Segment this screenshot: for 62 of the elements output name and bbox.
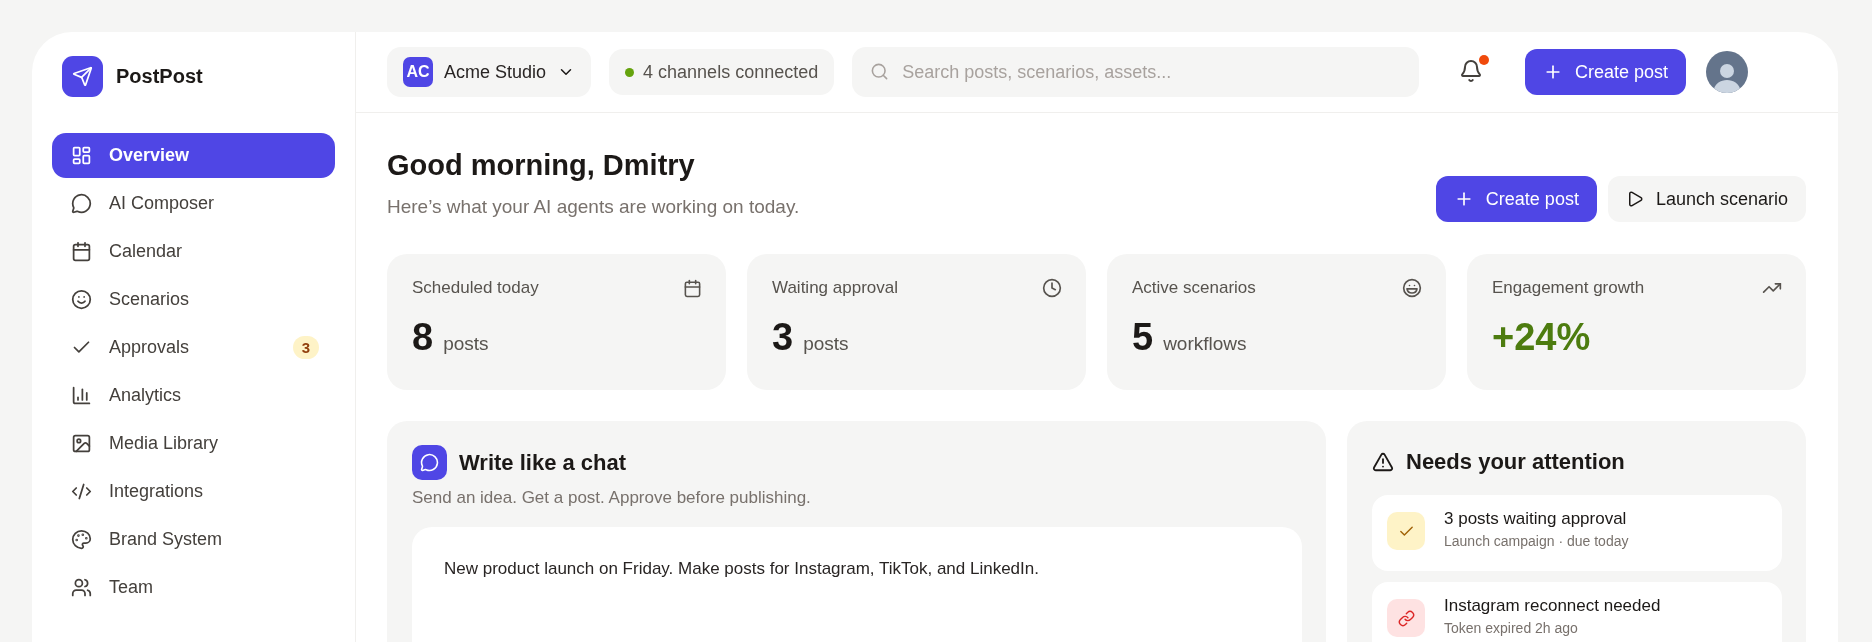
code-icon <box>71 481 92 502</box>
bar-chart-icon <box>71 385 92 406</box>
search-field[interactable]: Search posts, scenarios, assets... <box>852 47 1419 97</box>
launch-scenario-button[interactable]: Launch scenario <box>1607 176 1806 222</box>
speech-bubble-icon <box>71 193 92 214</box>
stat-unit: workflows <box>1163 333 1247 355</box>
stat-label: Engagement growth <box>1492 278 1645 298</box>
workspace-avatar: AC <box>403 57 433 87</box>
greeting-title: Good morning, Dmitry <box>387 149 696 182</box>
workspace-switcher[interactable]: AC Acme Studio <box>387 47 592 97</box>
image-icon <box>71 433 92 454</box>
sidebar-item[interactable]: Brand System <box>52 517 335 562</box>
create-post-button[interactable]: Create post <box>1524 49 1686 95</box>
calendar-icon <box>683 278 702 298</box>
bell-icon <box>1458 59 1483 83</box>
prompt-field[interactable]: New product launch on Friday. Make posts for Instagram, TikTok, and LinkedIn. <box>412 527 1302 642</box>
attention-detail: Token expired 2h ago <box>1444 620 1579 636</box>
sidebar-item[interactable]: Approvals 3 <box>52 325 335 370</box>
stat-value: 3 <box>772 316 794 359</box>
calendar-icon <box>71 241 92 262</box>
status-label: 4 channels connected <box>643 61 819 83</box>
sidebar-item[interactable]: Team <box>52 565 335 610</box>
link-icon <box>1397 609 1415 627</box>
smiley-icon <box>1402 278 1422 298</box>
greeting-subtitle: Here’s what your AI agents are working on today. <box>387 196 800 218</box>
stat-label: Active scenarios <box>1132 278 1256 298</box>
stat-unit: posts <box>443 333 489 355</box>
sidebar-item[interactable]: Media Library <box>52 421 335 466</box>
stat-value: 5 <box>1132 316 1154 359</box>
stat-label: Scheduled today <box>412 278 539 298</box>
brand-name: PostPost <box>116 64 203 88</box>
people-icon <box>71 577 92 598</box>
attention-title: 3 posts waiting approval <box>1444 509 1628 529</box>
speech-bubble-icon <box>412 445 447 480</box>
card-subtitle: Send an idea. Get a post. Approve before publishing. <box>412 488 812 508</box>
palette-icon <box>71 529 92 550</box>
stat-unit: posts <box>803 333 849 355</box>
sidebar-item[interactable]: AI Composer <box>52 181 335 226</box>
sidebar-item[interactable]: Overview <box>52 133 335 178</box>
card-title: Needs your attention <box>1406 449 1625 475</box>
status-dot <box>625 67 635 77</box>
stat-value: 8 <box>412 316 434 359</box>
create-post-button[interactable]: Create post <box>1435 176 1597 222</box>
logo-icon <box>62 55 103 97</box>
attention-item[interactable]: Instagram reconnect needed Token expired 2h ago <box>1372 582 1782 642</box>
card-title: Write like a chat <box>459 449 627 476</box>
sidebar-item[interactable]: Integrations <box>52 469 335 514</box>
warning-icon <box>1372 451 1394 473</box>
search-icon <box>870 62 890 81</box>
stat-value: +24% <box>1492 316 1591 359</box>
avatar[interactable] <box>1706 51 1748 93</box>
smiley-icon <box>71 289 92 310</box>
attention-title: Instagram reconnect needed <box>1444 596 1661 616</box>
sidebar-item[interactable]: Scenarios <box>52 277 335 322</box>
stat-label: Waiting approval <box>772 278 898 298</box>
count-badge: 3 <box>292 336 319 359</box>
dashboard-icon <box>71 145 92 166</box>
attention-detail: Launch campaign · due today <box>1444 533 1629 549</box>
attention-item[interactable]: 3 posts waiting approval Launch campaign · due today <box>1372 495 1782 571</box>
clock-icon <box>1042 278 1062 298</box>
sidebar-item[interactable]: Analytics <box>52 373 335 418</box>
sidebar-item[interactable]: Calendar <box>52 229 335 274</box>
